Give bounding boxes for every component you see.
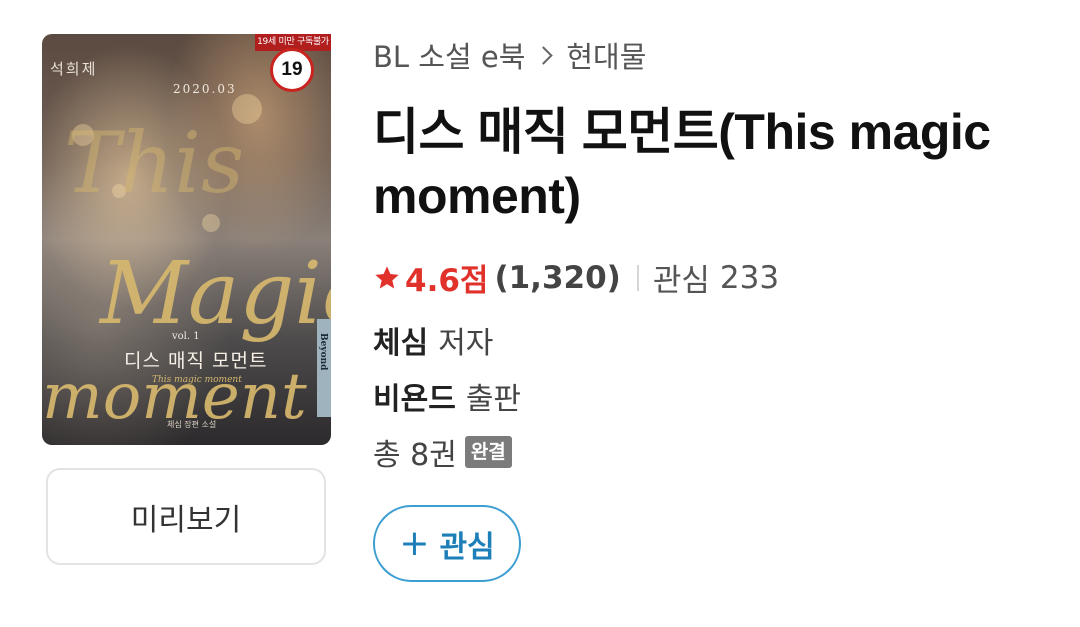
chevron-right-icon — [534, 45, 554, 65]
interest-count: 233 — [719, 259, 780, 296]
breadcrumb-category[interactable]: BL 소설 e북 — [373, 34, 525, 76]
interest-label: 관심 — [652, 263, 710, 299]
breadcrumb-subcategory[interactable]: 현대물 — [566, 34, 646, 76]
volumes-row: 총 8권 완결 — [373, 430, 512, 474]
rating-score[interactable]: 4.6점 — [405, 255, 488, 300]
volume-count: 총 8권 — [373, 438, 457, 473]
book-cover[interactable]: 석희제 2020.03 This Magic moment vol. 1 디스 … — [42, 34, 331, 445]
preview-button[interactable]: 미리보기 — [46, 468, 326, 565]
cover-date: 2020.03 — [173, 82, 237, 96]
author-name[interactable]: 체심 — [373, 318, 428, 362]
divider — [636, 264, 639, 291]
plus-icon: + — [399, 522, 430, 564]
cover-korean-title: 디스 매직 모먼트 — [124, 350, 268, 372]
cover-author: 석희제 — [50, 60, 98, 78]
star-icon — [375, 265, 399, 288]
cover-english-subtitle: This magic moment — [152, 375, 242, 385]
cover-bokeh — [202, 214, 220, 232]
completed-badge: 완결 — [464, 436, 512, 468]
breadcrumb: BL 소설 e북 현대물 — [373, 34, 646, 76]
book-title: 디스 매직 모먼트(This magic moment) — [373, 104, 991, 224]
publisher-row: 비욘드 출판 — [373, 374, 521, 418]
rating-row: 4.6점 (1,320) 관심 233 — [373, 255, 779, 300]
publisher-role: 출판 — [465, 382, 522, 417]
cover-publisher-tab: Beyond — [317, 319, 331, 417]
author-row: 체심 저자 — [373, 318, 493, 362]
cover-script-magic: Magic — [100, 244, 331, 344]
cover-byline: 체심 장편 소설 — [167, 420, 217, 429]
cover-publisher-label: Beyond — [318, 333, 328, 371]
age-rating-badge: 19 — [270, 48, 314, 92]
interest-button-label: 관심 — [439, 529, 495, 565]
author-role: 저자 — [438, 326, 494, 361]
cover-script-this: This — [64, 114, 245, 212]
cover-volume: vol. 1 — [172, 331, 200, 342]
add-interest-button[interactable]: + 관심 — [373, 505, 521, 582]
publisher-name[interactable]: 비욘드 — [373, 374, 456, 418]
rating-count[interactable]: (1,320) — [494, 260, 620, 296]
